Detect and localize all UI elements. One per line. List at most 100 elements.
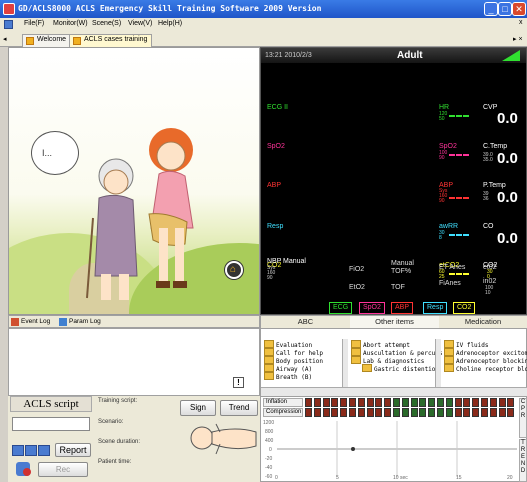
tab-acls-cases[interactable]: ACLS cases training	[69, 34, 153, 47]
minimize-button[interactable]: _	[484, 2, 498, 16]
list1-scrollbar[interactable]	[342, 339, 348, 387]
bar-segment	[366, 408, 374, 417]
girl-shoe	[156, 281, 170, 288]
trend-button[interactable]: Trend	[220, 400, 258, 416]
bar-segment	[437, 398, 444, 407]
cpr-side-button[interactable]: C P R	[519, 398, 527, 438]
patient-type: Adult	[397, 50, 423, 61]
abp-dash	[449, 197, 469, 199]
y-tick-0: 0	[269, 447, 272, 453]
menu-bar: File(F) Monitor(W) Scene(S) View(V) Help…	[0, 18, 527, 32]
play-button[interactable]	[12, 445, 24, 456]
bar-segment	[375, 398, 383, 407]
menu-scene[interactable]: Scene(S)	[92, 20, 121, 27]
bar-segment	[366, 398, 374, 407]
bar-segment	[463, 408, 471, 417]
menu-help[interactable]: Help(H)	[158, 20, 182, 27]
bar-segment	[454, 408, 462, 417]
bar-segment	[322, 398, 330, 407]
tab-acls-label: ACLS cases training	[84, 36, 148, 43]
window-title: GD/ACLS8000 ACLS Emergency Skill Trainin…	[18, 4, 322, 13]
compression-label: Compression	[263, 408, 303, 417]
bar-segment	[340, 398, 348, 407]
monitor-ecg-button[interactable]: ECG	[329, 302, 353, 314]
ctemp-limits: 39.0 35.0	[483, 152, 493, 163]
bar-segment	[313, 398, 321, 407]
x-tick-20: 20	[507, 475, 513, 481]
nbp-ranges: 160 90	[267, 270, 276, 281]
menu-monitor[interactable]: Monitor(W)	[53, 20, 88, 27]
menu-file[interactable]: File(F)	[24, 20, 44, 27]
bar-segment	[384, 408, 392, 417]
app-icon	[3, 3, 15, 15]
cvp-value: 0.0	[497, 110, 518, 127]
bar-segment	[305, 408, 312, 417]
bar-segment	[349, 398, 356, 407]
monitor-header: 13:21 2010/2/3 Adult	[261, 48, 526, 63]
monitor-resp-button[interactable]: Resp	[423, 302, 448, 314]
document-tab-bar: ◂ Welcome ACLS cases training ▸ ×	[0, 32, 527, 47]
hr-limits: 120 50	[439, 111, 448, 122]
actions-horizontal-scrollbar[interactable]	[261, 387, 527, 396]
script-input[interactable]	[12, 417, 90, 431]
patient-manikin-image	[190, 423, 257, 455]
action-lists: Evaluation Call for help Body position A…	[260, 328, 527, 396]
et02-label: et02	[483, 264, 497, 271]
maximize-button[interactable]: □	[498, 2, 512, 16]
tab-scroll-left-icon[interactable]: ◂	[3, 35, 7, 43]
bar-segment	[393, 398, 400, 407]
grandma-face	[103, 169, 129, 195]
monitor-abp-button[interactable]: ABP	[391, 302, 414, 314]
ctemp-label: C.Temp	[483, 143, 508, 150]
bar-segment	[410, 398, 418, 407]
menu-view[interactable]: View(V)	[128, 20, 152, 27]
info-icon[interactable]: !	[233, 377, 244, 388]
tab-welcome[interactable]: Welcome	[22, 34, 72, 47]
acls-tab-icon	[73, 37, 81, 45]
rec-button[interactable]: Rec	[38, 462, 88, 477]
monitor-co2-button[interactable]: CO2	[453, 302, 476, 314]
et-anes-label: ET Anes	[439, 264, 466, 271]
report-button[interactable]: Report	[55, 443, 91, 457]
bar-segment	[428, 408, 436, 417]
close-button[interactable]: ✕	[512, 2, 526, 16]
tab-other-items[interactable]: Other items	[350, 316, 439, 328]
co-label: CO	[483, 223, 494, 230]
tab-medication[interactable]: Medication	[439, 316, 527, 328]
girl-figure	[148, 128, 194, 288]
bar-segment	[331, 408, 339, 417]
event-log-area[interactable]: !	[8, 328, 260, 396]
welcome-tab-icon	[26, 37, 34, 45]
tab-abc[interactable]: ABC	[261, 316, 350, 328]
trend-side-button[interactable]: T R E N D	[519, 439, 527, 482]
list2-scrollbar[interactable]	[435, 339, 441, 387]
spo2-label: SpO2	[439, 143, 457, 150]
pause-button[interactable]	[25, 445, 37, 456]
action-breath[interactable]: Breath (B)	[264, 372, 312, 381]
action-choline-receptor[interactable]: Choline receptor block	[444, 364, 527, 373]
x-tick-15: 15	[456, 475, 462, 481]
tab-scroll-right-icon[interactable]: ▸ ×	[513, 35, 523, 43]
stop-button[interactable]	[38, 445, 50, 456]
tab-param-log[interactable]: Param Log	[69, 318, 101, 325]
girl-leg	[159, 228, 168, 283]
menu-close-doc-icon[interactable]: x	[519, 19, 523, 26]
grandma-cane	[86, 217, 94, 299]
patient-monitor: 13:21 2010/2/3 Adult ECG II SpO2 ABP Res…	[260, 47, 527, 315]
sign-button[interactable]: Sign	[180, 400, 216, 416]
hr-dash	[449, 115, 469, 117]
bar-segment	[463, 398, 471, 407]
speech-text: I...	[42, 148, 53, 158]
spo2-dash	[449, 154, 469, 156]
y-tick-neg20: -20	[265, 456, 273, 462]
bar-segment	[419, 408, 427, 417]
ptemp-label: P.Temp	[483, 182, 506, 189]
home-icon[interactable]: ⌂	[225, 261, 243, 279]
action-gastric-distention[interactable]: Gastric distention	[362, 364, 439, 373]
channel-resp-label: Resp	[267, 223, 284, 230]
monitor-spo2-button[interactable]: SpO2	[359, 302, 385, 314]
y-tick-1200: 1200	[263, 420, 275, 426]
girl-face	[156, 141, 186, 171]
tab-event-log[interactable]: Event Log	[21, 318, 50, 325]
in02-range: 100 10	[485, 285, 494, 296]
